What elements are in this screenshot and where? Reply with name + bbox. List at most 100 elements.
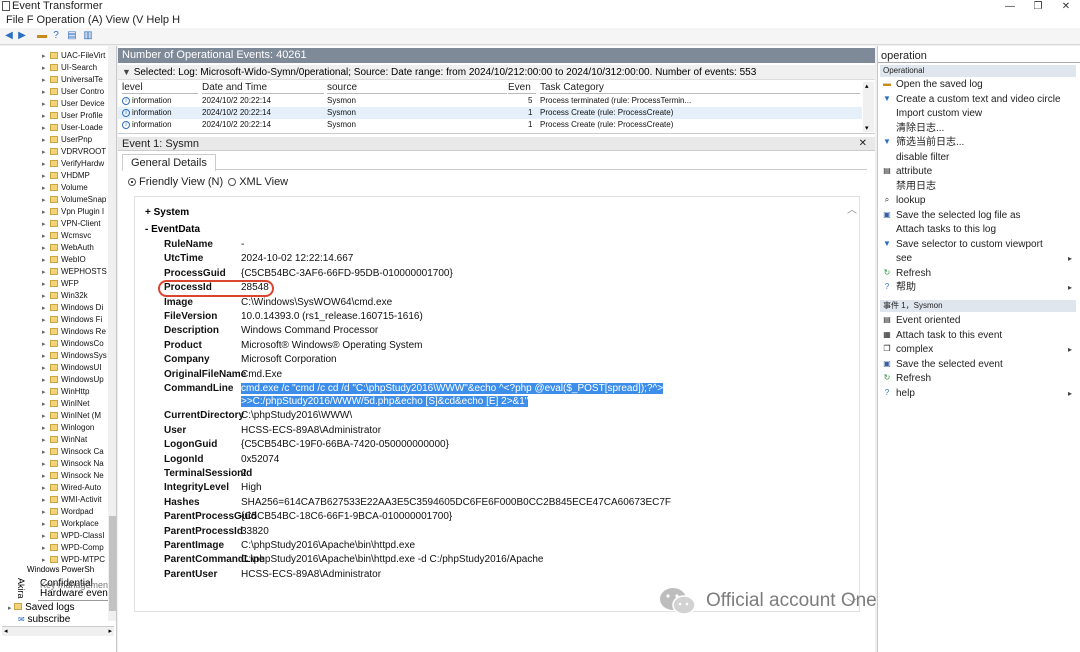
close-icon[interactable]: ✕ (1056, 0, 1076, 14)
expand-arrow-icon[interactable]: ▸ (42, 387, 50, 398)
tree-item[interactable]: ▸ WinINet (M (42, 410, 108, 422)
action-item[interactable]: ▼ Create a custom text and video circle (882, 93, 1078, 106)
tree-item[interactable]: ▸ User Profile (42, 110, 108, 122)
scroll-up-icon[interactable]: ︿ (847, 201, 857, 216)
action-item[interactable]: ▼ Save selector to custom viewport (882, 238, 1078, 251)
expand-arrow-icon[interactable]: ▸ (42, 483, 50, 494)
tree-item-hardware-events[interactable]: Hardware events (40, 588, 116, 599)
expand-arrow-icon[interactable]: ▸ (42, 435, 50, 446)
tree-item[interactable]: ▸ Windows Di (42, 302, 108, 314)
tree-item[interactable]: ▸ WFP (42, 278, 108, 290)
forward-icon[interactable]: ▶ (16, 30, 28, 42)
tree-item-subscribe[interactable]: ✉ subscribe (18, 614, 70, 625)
expand-arrow-icon[interactable]: ▸ (42, 447, 50, 458)
tree-item[interactable]: ▸ WinHttp (42, 386, 108, 398)
tree-item[interactable]: ▸ Winsock Ca (42, 446, 108, 458)
friendly-view-radio[interactable] (128, 178, 136, 187)
section-system[interactable]: + System (145, 207, 189, 218)
tree-item[interactable]: ▸ User-Loade (42, 122, 108, 134)
tree-item[interactable]: ▸ UAC-FileVirt (42, 50, 108, 62)
tree-item[interactable]: ▸ VDRVROOT (42, 146, 108, 158)
tree-item[interactable]: ▸ VolumeSnap (42, 194, 108, 206)
tree-item[interactable]: ▸ WMI-Activit (42, 494, 108, 506)
tree-item[interactable]: ▸ WEPHOSTS (42, 266, 108, 278)
expand-arrow-icon[interactable]: ▸ (42, 411, 50, 422)
section-eventdata[interactable]: - EventData (145, 224, 200, 235)
expand-arrow-icon[interactable]: ▸ (42, 315, 50, 326)
column-header-level[interactable]: level (122, 82, 198, 94)
action-item[interactable]: ⌕ lookup (882, 194, 1078, 207)
expand-arrow-icon[interactable]: ▸ (42, 351, 50, 362)
expand-arrow-icon[interactable]: ▸ (42, 399, 50, 410)
tree-item[interactable]: ▸ Wordpad (42, 506, 108, 518)
action-item[interactable]: 清除日志... (882, 122, 1078, 135)
expand-arrow-icon[interactable]: ▸ (42, 339, 50, 350)
back-icon[interactable]: ◀ (3, 30, 15, 42)
tree-item[interactable]: ▸ User Device (42, 98, 108, 110)
scroll-right-icon[interactable]: ▸ (108, 627, 112, 635)
expand-arrow-icon[interactable]: ▸ (42, 327, 50, 338)
column-header-date[interactable]: Date and Time (202, 82, 324, 94)
action-item[interactable]: Attach tasks to this log (882, 223, 1078, 236)
expand-arrow-icon[interactable]: ▸ (42, 303, 50, 314)
action-item[interactable]: ▣ Save the selected log file as (882, 209, 1078, 222)
tree-item[interactable]: ▸ Wcmsvc (42, 230, 108, 242)
expand-arrow-icon[interactable]: ▸ (42, 231, 50, 242)
action-item[interactable]: ▣ Save the selected event (882, 358, 1078, 371)
expand-arrow-icon[interactable]: ▸ (42, 219, 50, 230)
expand-arrow-icon[interactable]: ▸ (42, 135, 50, 146)
minimize-icon[interactable]: — (1000, 0, 1020, 14)
submenu-arrow-icon[interactable]: ▸ (1068, 343, 1072, 356)
expand-arrow-icon[interactable]: ▸ (42, 183, 50, 194)
expand-arrow-icon[interactable]: ▸ (42, 495, 50, 506)
tree-item[interactable]: ▸ Winsock Ne (42, 470, 108, 482)
action-item[interactable]: ▦ Attach task to this event (882, 329, 1078, 342)
expand-arrow-icon[interactable]: ▸ (42, 87, 50, 98)
expand-arrow-icon[interactable]: ▸ (8, 605, 12, 612)
tree-item[interactable]: ▸ Windows Re (42, 326, 108, 338)
action-item[interactable]: ↻ Refresh (882, 372, 1078, 385)
table-row[interactable]: i information 2024/10/2 20:22:14 Sysmon 5 Pro… (118, 95, 862, 107)
xml-view-label[interactable]: XML View (239, 176, 288, 188)
tree-item[interactable]: ▸ Vpn Plugin I (42, 206, 108, 218)
tree-item[interactable]: ▸ UI-Search (42, 62, 108, 74)
expand-arrow-icon[interactable]: ▸ (42, 63, 50, 74)
submenu-arrow-icon[interactable]: ▸ (1068, 252, 1072, 265)
column-header-event-id[interactable]: Even (508, 82, 536, 94)
tree-item[interactable]: ▸ WindowsSys (42, 350, 108, 362)
tree-item[interactable]: ▸ UserPnp (42, 134, 108, 146)
actions-section-event[interactable]: 事件 1，Sysmon (880, 300, 1076, 312)
tree-item[interactable]: ▸ Volume (42, 182, 108, 194)
tree-item[interactable]: ▸ Win32k (42, 290, 108, 302)
expand-arrow-icon[interactable]: ▸ (42, 51, 50, 62)
action-item[interactable]: ▤ Event oriented (882, 314, 1078, 327)
action-item[interactable]: ❐ complex ▸ (882, 343, 1078, 356)
tree-item[interactable]: ▸ VerifyHardw (42, 158, 108, 170)
expand-arrow-icon[interactable]: ▸ (42, 423, 50, 434)
tree-item[interactable]: ▸ User Contro (42, 86, 108, 98)
folder-icon[interactable]: ▬ (36, 30, 48, 42)
tree-item[interactable]: ▸ UniversalTe (42, 74, 108, 86)
tree-item[interactable]: ▸ Winlogon (42, 422, 108, 434)
expand-arrow-icon[interactable]: ▸ (42, 267, 50, 278)
tree-vscrollbar[interactable] (108, 46, 116, 621)
tree-item[interactable]: ▸ WindowsUI (42, 362, 108, 374)
submenu-arrow-icon[interactable]: ▸ (1068, 281, 1072, 294)
event-list-scrollbar[interactable]: ▴ ▾ (863, 82, 874, 132)
action-pane-icon[interactable]: ▥ (82, 30, 94, 42)
expand-arrow-icon[interactable]: ▸ (42, 147, 50, 158)
tree-item[interactable]: ▸ WinNat (42, 434, 108, 446)
expand-arrow-icon[interactable]: ▸ (42, 543, 50, 554)
tree-item[interactable]: ▸ Wired-Auto (42, 482, 108, 494)
tree-item[interactable]: ▸ WindowsUp (42, 374, 108, 386)
console-tree-icon[interactable]: ▤ (66, 30, 78, 42)
expand-arrow-icon[interactable]: ▸ (42, 111, 50, 122)
action-item[interactable]: disable filter (882, 151, 1078, 164)
scroll-thumb[interactable] (109, 516, 116, 611)
expand-arrow-icon[interactable]: ▸ (42, 291, 50, 302)
tab-general-details[interactable]: General Details (122, 154, 216, 171)
tree-item[interactable]: ▸ VPN-Client (42, 218, 108, 230)
tree-item[interactable]: ▸ Windows Fi (42, 314, 108, 326)
tree-hscrollbar[interactable]: ◂ ▸ (2, 626, 114, 636)
action-item[interactable]: ▼ 筛选当前日志... (882, 136, 1078, 149)
